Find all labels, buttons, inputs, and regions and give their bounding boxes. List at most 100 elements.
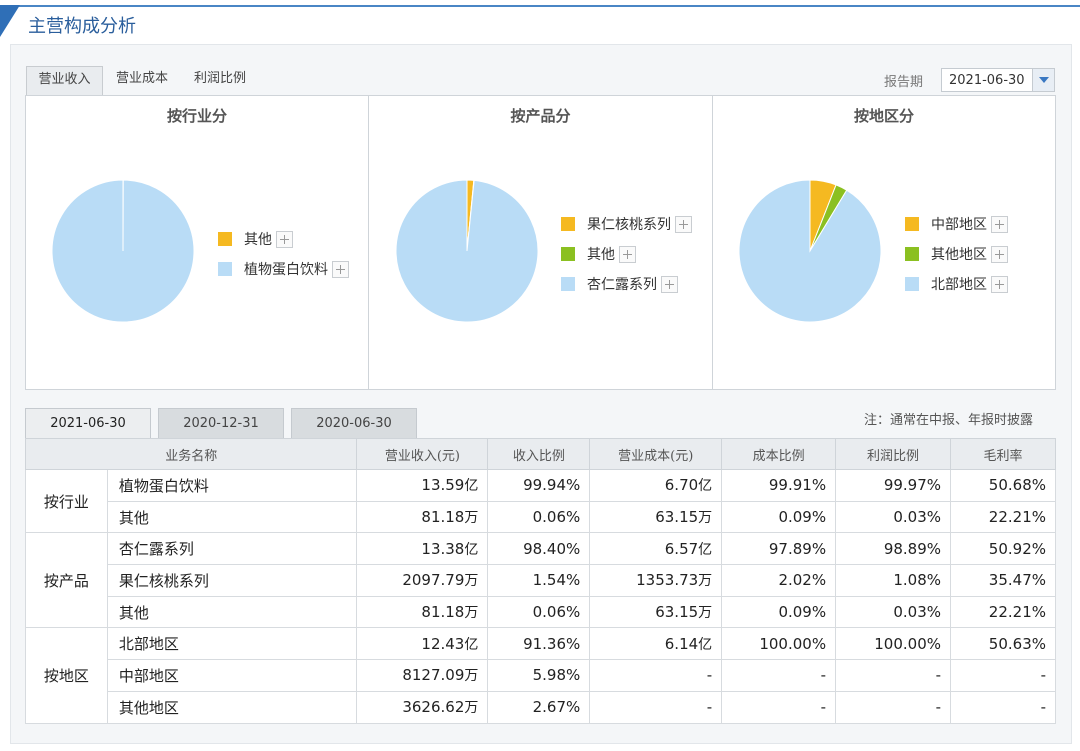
expand-plus-icon[interactable] [991, 245, 1008, 263]
period-select[interactable]: 2021-06-30 [941, 68, 1055, 92]
table-row: 中部地区 8127.09万 5.98% - - - - [26, 659, 1056, 692]
revenue-cell: 8127.09万 [356, 659, 489, 692]
expand-plus-icon[interactable] [332, 260, 349, 278]
profit-ratio: 0.03% [835, 595, 952, 629]
tab-profit-ratio[interactable]: 利润比例 [181, 66, 259, 96]
table-row: 按产品 杏仁露系列 13.38亿 98.40% 6.57亿 97.89% 98.89% 50.… [25, 532, 1056, 629]
revenue-unit: 万 [464, 510, 479, 527]
revenue-cell: 13.38亿 [356, 532, 489, 566]
table-row: 按地区 北部地区 12.43亿 91.36% 6.14亿 100.00% 100.00% 50… [25, 627, 1056, 724]
date-tab-1[interactable]: 2021-06-30 [25, 408, 151, 439]
gross-margin: 22.21% [950, 595, 1056, 629]
cost-cell: - [589, 690, 723, 724]
tab-revenue[interactable]: 营业收入 [26, 66, 103, 96]
revenue-unit: 亿 [464, 636, 479, 653]
revenue-ratio: 0.06% [487, 595, 591, 629]
business-name: 其他地区 [106, 690, 358, 724]
legend-swatch [905, 277, 919, 291]
cost-value: 6.57 [664, 539, 699, 558]
business-name: 其他 [106, 595, 358, 629]
chart-by-region: 按地区分 中部地区 其他地区 北部地区 [713, 96, 1055, 389]
business-name: 其他 [106, 500, 358, 534]
expand-plus-icon[interactable] [675, 215, 692, 233]
legend-item: 其他地区 [905, 239, 1008, 269]
pie-chart [395, 179, 539, 323]
table-row: 其他 81.18万 0.06% 63.15万 0.09% 0.03% 22.21% [26, 500, 1056, 534]
expand-plus-icon[interactable] [619, 245, 636, 263]
revenue-unit: 万 [464, 573, 479, 590]
table-row: 按行业 植物蛋白饮料 13.59亿 99.94% 6.70亿 99.91% 99.97% 50… [25, 468, 1056, 534]
cost-cell: 6.70亿 [589, 469, 723, 502]
revenue-cell: 81.18万 [356, 595, 489, 629]
business-name: 中部地区 [106, 659, 358, 692]
cost-cell: 6.14亿 [589, 627, 723, 661]
revenue-cell: 13.59亿 [356, 469, 489, 502]
disclosure-note: 注：通常在中报、年报时披露 [864, 413, 1034, 428]
col-header: 营业收入(元) [356, 438, 489, 470]
gross-margin: 35.47% [950, 564, 1056, 597]
legend-swatch [561, 217, 575, 231]
business-name: 杏仁露系列 [106, 532, 358, 566]
cost-cell: - [589, 659, 723, 692]
chart-legend: 中部地区 其他地区 北部地区 [905, 209, 1008, 299]
chart-title: 按产品分 [510, 107, 571, 125]
expand-plus-icon[interactable] [276, 230, 293, 248]
pie-slice[interactable] [395, 179, 539, 323]
legend-item: 其他 [561, 239, 692, 269]
col-header: 营业成本(元) [589, 438, 723, 470]
revenue-cell: 2097.79万 [356, 564, 489, 597]
cost-ratio: 100.00% [721, 627, 837, 661]
gross-margin: 50.68% [950, 469, 1056, 502]
chevron-down-icon[interactable] [1032, 69, 1054, 91]
expand-plus-icon[interactable] [991, 215, 1008, 233]
pie-slice[interactable] [51, 179, 195, 323]
business-name: 北部地区 [106, 627, 358, 661]
gross-margin: 50.63% [950, 627, 1056, 661]
legend-label: 北部地区 [931, 277, 987, 293]
legend-item: 植物蛋白饮料 [218, 254, 349, 284]
gross-margin: 22.21% [950, 500, 1056, 534]
legend-label: 植物蛋白饮料 [244, 262, 328, 278]
expand-plus-icon[interactable] [661, 275, 678, 293]
tab-cost[interactable]: 营业成本 [104, 66, 180, 96]
revenue-value: 81.18 [421, 603, 465, 622]
legend-label: 杏仁露系列 [587, 277, 657, 293]
revenue-cell: 81.18万 [356, 500, 489, 534]
page-title: 主营构成分析 [28, 16, 136, 37]
legend-swatch [218, 232, 232, 246]
cost-value: 63.15 [655, 508, 699, 527]
chart-by-product: 按产品分 果仁核桃系列 其他 杏仁露系列 [369, 96, 713, 389]
cost-cell: 63.15万 [589, 595, 723, 629]
pie-chart [738, 179, 882, 323]
profit-ratio: - [835, 690, 952, 724]
pie-chart [51, 179, 195, 323]
revenue-ratio: 2.67% [487, 690, 591, 724]
legend-item: 果仁核桃系列 [561, 209, 692, 239]
revenue-cell: 3626.62万 [356, 690, 489, 724]
revenue-unit: 亿 [464, 478, 479, 495]
cost-ratio: 99.91% [721, 469, 837, 502]
profit-ratio: 1.08% [835, 564, 952, 597]
cost-ratio: - [721, 659, 837, 692]
profit-ratio: 100.00% [835, 627, 952, 661]
profit-ratio: 99.97% [835, 469, 952, 502]
table-row: 其他地区 3626.62万 2.67% - - - - [26, 690, 1056, 724]
legend-label: 其他地区 [931, 247, 987, 263]
profit-ratio: - [835, 659, 952, 692]
profit-ratio: 98.89% [835, 532, 952, 566]
cost-ratio: 0.09% [721, 595, 837, 629]
date-tab-2[interactable]: 2020-12-31 [158, 408, 284, 439]
revenue-unit: 万 [464, 668, 479, 685]
legend-swatch [561, 247, 575, 261]
pie-slice[interactable] [738, 179, 882, 323]
chart-legend: 果仁核桃系列 其他 杏仁露系列 [561, 209, 692, 299]
revenue-unit: 万 [464, 700, 479, 717]
revenue-value: 3626.62 [402, 698, 465, 717]
date-tab-3[interactable]: 2020-06-30 [291, 408, 417, 439]
cost-ratio: - [721, 690, 837, 724]
business-name: 植物蛋白饮料 [106, 469, 358, 502]
profit-ratio: 0.03% [835, 500, 952, 534]
cost-unit: 亿 [698, 636, 713, 653]
revenue-unit: 万 [464, 605, 479, 622]
expand-plus-icon[interactable] [991, 275, 1008, 293]
